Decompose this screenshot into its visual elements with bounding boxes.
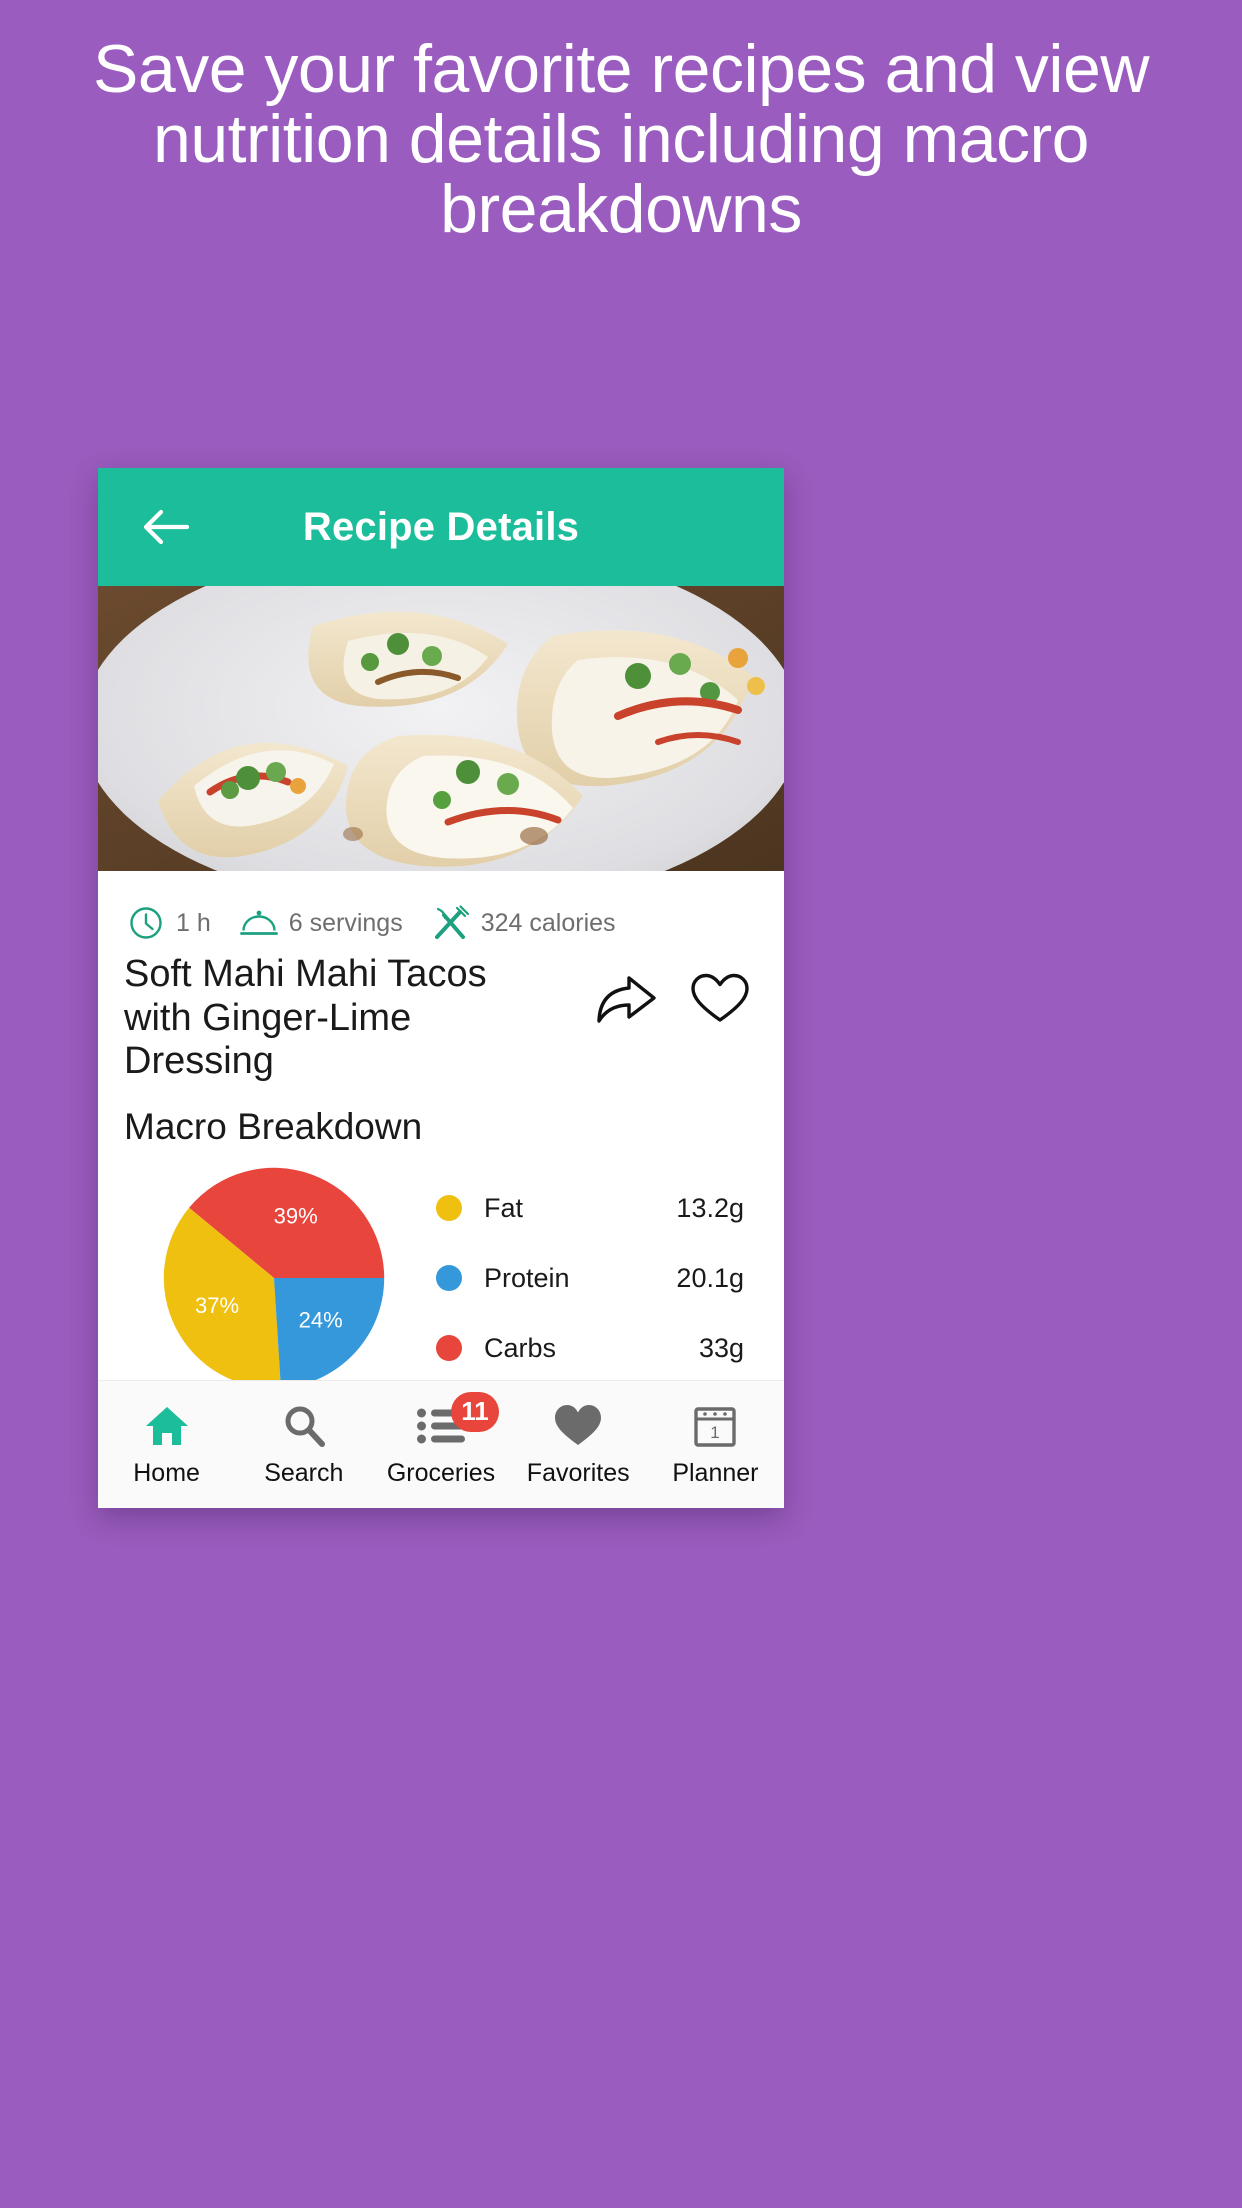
bottom-navigation: Home Search 11 Groceries Favorites 1 Pla… (98, 1380, 784, 1508)
legend-label-fat: Fat (484, 1192, 524, 1223)
app-bar: Recipe Details (98, 468, 784, 586)
nav-item-groceries[interactable]: 11 Groceries (372, 1391, 509, 1488)
nav-label-search: Search (264, 1458, 344, 1487)
heart-outline-icon[interactable] (690, 972, 750, 1026)
nav-label-home: Home (133, 1458, 200, 1487)
page-title: Recipe Details (302, 504, 580, 549)
fork-knife-icon (429, 901, 473, 945)
recipe-meta-row: 1 h 6 servings 324 calories (124, 899, 758, 947)
cook-time-text: 1 h (176, 908, 211, 937)
legend-item: Carbs 33g (436, 1313, 744, 1383)
recipe-actions (594, 953, 758, 1027)
home-icon (144, 1402, 190, 1450)
legend-value-carbs: 33g (698, 1332, 744, 1363)
arrow-left-icon[interactable] (138, 499, 194, 555)
calendar-day-number: 1 (711, 1423, 720, 1442)
share-arrow-icon[interactable] (594, 971, 658, 1027)
list-icon: 11 (417, 1391, 499, 1450)
nav-item-planner[interactable]: 1 Planner (647, 1402, 784, 1488)
search-icon (282, 1402, 326, 1450)
legend-color-dot-fat (436, 1195, 462, 1222)
nav-label-groceries: Groceries (386, 1458, 496, 1487)
macro-pie-chart: 39% 37% 24% (124, 1162, 424, 1394)
legend-item: Fat 13.2g (436, 1173, 744, 1243)
pie-label-fat: 37% (195, 1293, 239, 1318)
pie-svg: 39% 37% 24% (163, 1167, 385, 1389)
legend-value-protein: 20.1g (676, 1262, 744, 1293)
serving-dome-icon (237, 901, 281, 945)
nav-item-favorites[interactable]: Favorites (510, 1402, 647, 1488)
calendar-icon: 1 (693, 1402, 737, 1450)
recipe-title: Soft Mahi Mahi Tacos with Ginger-Lime Dr… (124, 953, 487, 1083)
nav-label-planner: Planner (672, 1458, 759, 1487)
nav-label-favorites: Favorites (526, 1458, 630, 1487)
nav-item-search[interactable]: Search (235, 1402, 372, 1488)
legend-color-dot-protein (436, 1265, 462, 1292)
legend-value-fat: 13.2g (676, 1192, 744, 1223)
calories-text: 324 calories (480, 908, 616, 937)
legend-label-protein: Protein (484, 1262, 570, 1293)
clock-icon (124, 901, 168, 945)
pie-slice (274, 1278, 385, 1389)
legend-item: Protein 20.1g (436, 1243, 744, 1313)
recipe-title-row: Soft Mahi Mahi Tacos with Ginger-Lime Dr… (124, 953, 758, 1084)
servings-text: 6 servings (288, 908, 403, 937)
macro-breakdown-section: 39% 37% 24% Fat 13.2g Protein 20.1g Carb… (124, 1162, 758, 1394)
recipe-hero-image (98, 586, 784, 871)
legend-color-dot-carbs (436, 1335, 462, 1362)
phone-screen: Recipe Details 1 h 6 servings 324 calori… (98, 468, 784, 1508)
heart-filled-icon (554, 1402, 602, 1450)
macro-breakdown-heading: Macro Breakdown (124, 1106, 423, 1148)
promo-headline: Save your favorite recipes and view nutr… (93, 31, 1149, 248)
legend-label-carbs: Carbs (484, 1332, 557, 1363)
pie-label-protein: 24% (299, 1308, 343, 1333)
macro-legend: Fat 13.2g Protein 20.1g Carbs 33g (424, 1173, 758, 1383)
nav-item-home[interactable]: Home (98, 1402, 235, 1488)
groceries-badge: 11 (451, 1391, 499, 1432)
pie-label-carbs: 39% (274, 1204, 318, 1229)
